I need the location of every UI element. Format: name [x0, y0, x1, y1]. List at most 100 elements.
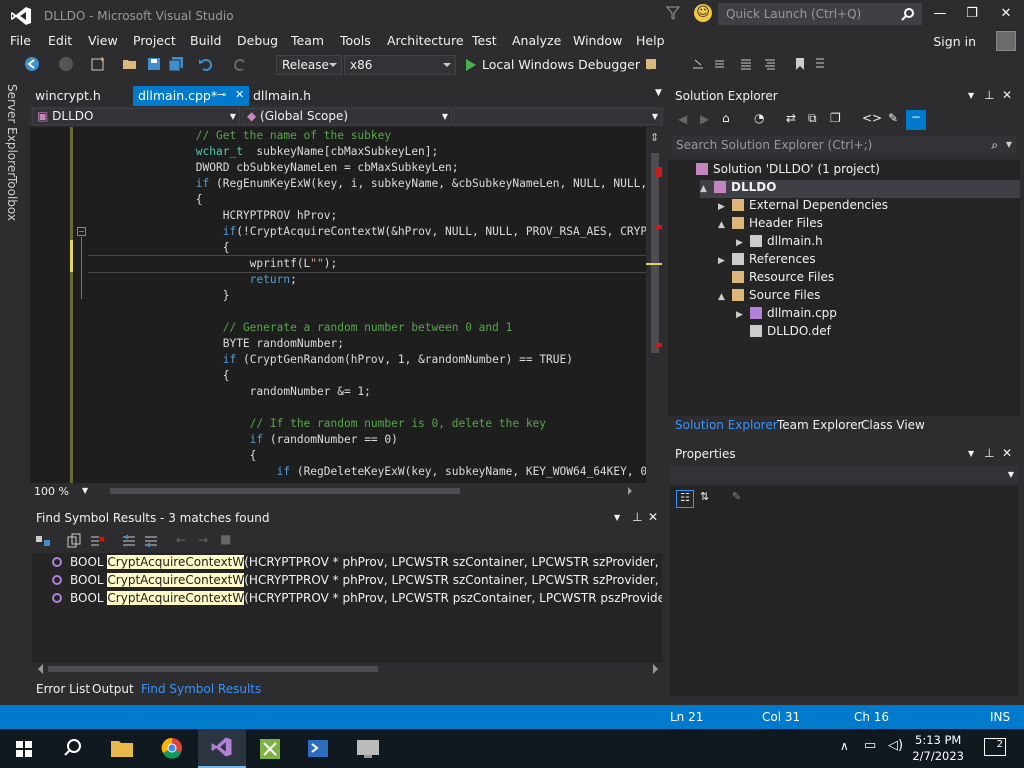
properties-wrench-icon[interactable]: ✎	[888, 111, 898, 125]
solution-tree-item[interactable]: ▲ Source Files	[718, 288, 820, 306]
minimize-button[interactable]: —	[928, 4, 952, 24]
code-line[interactable]: }	[88, 288, 646, 304]
clear-all-icon[interactable]	[88, 533, 106, 549]
expander-chevron-icon[interactable]: ▶	[718, 256, 732, 266]
forward-arrow-icon[interactable]: →	[198, 533, 208, 547]
code-line[interactable]	[88, 400, 646, 416]
menu-team[interactable]: Team	[291, 33, 324, 48]
start-debugging-button[interactable]: Local Windows Debugger▼	[462, 55, 652, 75]
system-clock[interactable]: 5:13 PM 2/7/2023	[912, 732, 964, 764]
stop-search-icon[interactable]: ■	[220, 532, 231, 546]
alphabetical-icon[interactable]: ⇅	[700, 490, 709, 503]
view-code-icon[interactable]: <>	[862, 111, 882, 125]
pin-icon[interactable]: ⊸	[217, 88, 226, 101]
categorized-icon[interactable]: ☷	[676, 490, 694, 508]
menu-build[interactable]: Build	[190, 33, 221, 48]
tab-wincrypt-h[interactable]: wincrypt.h	[30, 86, 130, 106]
menu-analyze[interactable]: Analyze	[512, 33, 561, 48]
tab-overflow-chevron-down-icon[interactable]: ▼	[650, 86, 664, 106]
pin-icon[interactable]: ⊥	[984, 88, 994, 102]
close-icon[interactable]: ✕	[1002, 88, 1012, 102]
expander-chevron-icon[interactable]: ▶	[736, 238, 750, 248]
solution-tree-item[interactable]: ▶ References	[718, 252, 816, 270]
menu-view[interactable]: View	[88, 33, 118, 48]
expander-chevron-icon[interactable]: ▲	[718, 220, 732, 230]
forward-icon[interactable]	[58, 56, 74, 72]
remote-desktop-icon[interactable]	[344, 729, 392, 768]
code-line[interactable]: {	[88, 240, 646, 256]
restore-button[interactable]: ❐	[960, 4, 984, 24]
solution-tree-item[interactable]: ▲ Header Files	[718, 216, 823, 234]
solution-platforms-dropdown[interactable]: x86	[344, 55, 456, 75]
code-line[interactable]: {	[88, 448, 646, 464]
preview-selected-items-icon[interactable]: −	[906, 110, 926, 130]
scope-combo[interactable]: ◆ (Global Scope) ▼	[242, 108, 452, 125]
menu-window[interactable]: Window	[573, 33, 622, 48]
back-arrow-icon[interactable]: ←	[176, 533, 186, 547]
file-explorer-icon[interactable]	[98, 729, 146, 768]
code-line[interactable]: if(!CryptAcquireContextW(&hProv, NULL, N…	[88, 224, 646, 240]
menu-tools[interactable]: Tools	[340, 33, 371, 48]
member-combo[interactable]: ▼	[454, 108, 662, 125]
solution-tree-item[interactable]: ▶ dllmain.cpp	[736, 306, 837, 324]
code-line[interactable]: {	[88, 368, 646, 384]
chrome-icon[interactable]	[148, 729, 196, 768]
code-line[interactable]: if (CryptGenRandom(hProv, 1, &randomNumb…	[88, 352, 646, 368]
network-icon[interactable]: ▭	[864, 738, 876, 753]
step-icon[interactable]	[690, 56, 706, 72]
menu-debug[interactable]: Debug	[237, 33, 278, 48]
tab-dllmain-cpp[interactable]: dllmain.cpp* ⊸ ✕	[133, 86, 249, 106]
sync-icon[interactable]: ⇄	[786, 111, 796, 125]
chevron-down-icon[interactable]: ▼	[1006, 140, 1012, 149]
tab-team-explorer[interactable]: Team Explorer	[777, 418, 863, 432]
feedback-smiley-icon[interactable]: ☺	[694, 4, 712, 22]
quick-launch-input[interactable]: Quick Launch (Ctrl+Q)	[718, 3, 922, 25]
expander-chevron-icon[interactable]: ▶	[718, 202, 732, 212]
chevron-down-icon[interactable]: ▼	[968, 449, 974, 458]
redo-icon[interactable]	[232, 56, 248, 72]
chevron-down-icon[interactable]: ▼	[968, 91, 974, 100]
tab-output[interactable]: Output	[92, 682, 134, 696]
pending-changes-icon[interactable]: ◔	[754, 111, 764, 125]
copy-icon[interactable]	[66, 533, 84, 549]
back-icon[interactable]	[24, 56, 40, 72]
bookmark-icon[interactable]	[792, 56, 808, 72]
expander-chevron-icon[interactable]: ▲	[718, 292, 732, 302]
code-editor[interactable]: − // Get the name of the subkey wchar_t …	[30, 127, 664, 483]
scrollbar-thumb[interactable]	[651, 153, 659, 353]
forward-icon[interactable]: ▶	[700, 112, 709, 126]
show-hidden-icons-chevron-icon[interactable]: ∧	[840, 739, 849, 753]
collapse-all-icon[interactable]: ⧉	[808, 111, 817, 126]
save-all-icon[interactable]	[168, 56, 184, 72]
volume-icon[interactable]: ◁)	[888, 738, 903, 753]
solution-tree-item[interactable]: ▶ dllmain.h	[736, 234, 823, 252]
filter-icon[interactable]	[666, 5, 680, 21]
expander-chevron-icon[interactable]: ▲	[700, 184, 714, 194]
code-line[interactable]: if (RegEnumKeyExW(key, i, subkeyName, &c…	[88, 176, 646, 192]
comment-lines-icon[interactable]	[738, 56, 754, 72]
step-over-icon[interactable]	[712, 56, 728, 72]
solution-tree-item[interactable]: Resource Files	[718, 270, 834, 288]
visual-studio-taskbar-icon[interactable]	[198, 729, 246, 768]
solution-search-input[interactable]: Search Solution Explorer (Ctrl+;) ⌕ ▼	[672, 136, 1016, 156]
close-icon[interactable]: ✕	[1002, 446, 1012, 460]
code-line[interactable]: {	[88, 192, 646, 208]
search-icon[interactable]: ⌕	[991, 138, 998, 153]
property-pages-wrench-icon[interactable]: ✎	[732, 490, 741, 503]
code-line[interactable]: // Get the name of the subkey	[88, 128, 646, 144]
close-tab-icon[interactable]: ✕	[235, 88, 244, 101]
next-location-icon[interactable]	[142, 533, 160, 549]
new-project-icon[interactable]	[90, 56, 106, 72]
search-icon[interactable]	[48, 729, 96, 768]
code-line[interactable]: wprintf(L"");	[88, 255, 646, 273]
code-line[interactable]: if (randomNumber == 0)	[88, 432, 646, 448]
pin-icon[interactable]: ⊥	[984, 446, 994, 460]
code-line[interactable]: BYTE randomNumber;	[88, 336, 646, 352]
code-line[interactable]: DWORD cbSubkeyNameLen = cbMaxSubkeyLen;	[88, 160, 646, 176]
menu-file[interactable]: File	[10, 33, 31, 48]
windows-start-icon[interactable]	[0, 729, 48, 768]
collapse-outline-icon[interactable]: −	[77, 227, 86, 236]
code-line[interactable]: // Generate a random number between 0 an…	[88, 320, 646, 336]
tab-error-list[interactable]: Error List	[36, 682, 90, 696]
find-result-row[interactable]: BOOL CryptAcquireContextW(HCRYPTPROV * p…	[52, 555, 662, 573]
